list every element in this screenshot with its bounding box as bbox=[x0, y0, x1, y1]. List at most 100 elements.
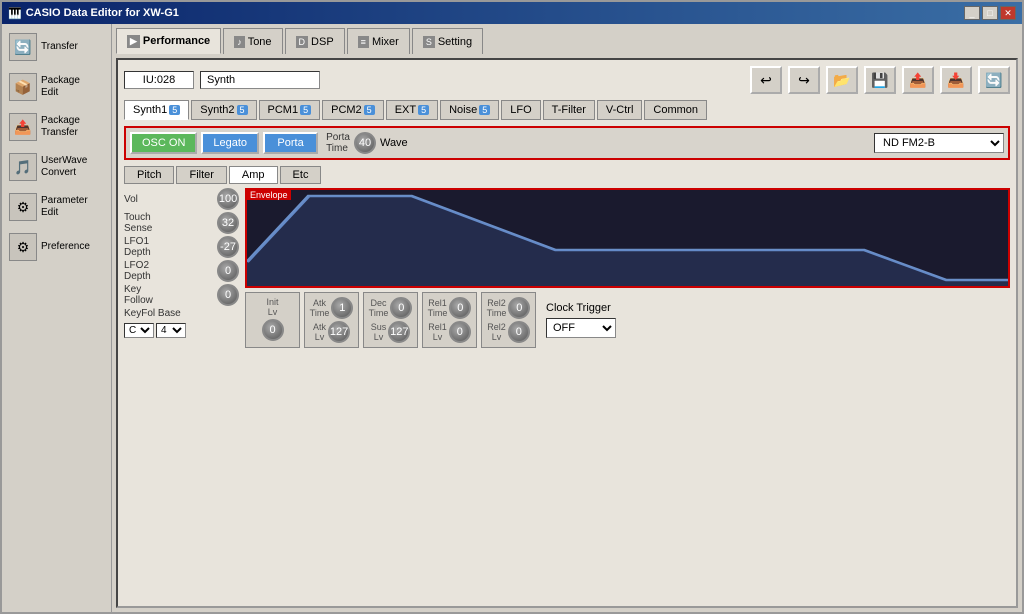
synth2-badge: 5 bbox=[237, 105, 248, 115]
synth-tab-common[interactable]: Common bbox=[644, 100, 707, 120]
rel2-lv-knob[interactable]: 0 bbox=[508, 321, 530, 343]
open-button[interactable]: 📂 bbox=[826, 66, 858, 94]
touch-sense-knob[interactable]: 32 bbox=[217, 212, 239, 234]
undo-button[interactable]: ↩ bbox=[750, 66, 782, 94]
synth-tab-synth1[interactable]: Synth1 5 bbox=[124, 100, 189, 120]
atk-section: AtkTime 1 AtkLv 127 bbox=[304, 292, 359, 348]
synth1-badge: 5 bbox=[169, 105, 180, 115]
dec-time-label: DecTime bbox=[369, 298, 389, 318]
porta-time-knob[interactable]: 40 bbox=[354, 132, 376, 154]
amp-right: Envelope bbox=[245, 188, 1010, 600]
porta-button[interactable]: Porta bbox=[263, 132, 318, 154]
sidebar-item-transfer[interactable]: 🔄 Transfer bbox=[4, 28, 109, 66]
tab-tone[interactable]: ♪ Tone bbox=[223, 28, 282, 54]
atk-lv-label: AtkLv bbox=[313, 322, 326, 342]
sidebar-item-package-transfer[interactable]: 📤 PackageTransfer bbox=[4, 108, 109, 146]
rel2-lv-value: 0 bbox=[516, 326, 522, 338]
sidebar-item-userwave-convert[interactable]: 🎵 UserWaveConvert bbox=[4, 148, 109, 186]
sub-tab-pitch[interactable]: Pitch bbox=[124, 166, 174, 184]
rel2-time-row: Rel2Time 0 bbox=[487, 297, 531, 319]
tab-setting-label: Setting bbox=[438, 36, 472, 48]
osc-on-button[interactable]: OSC ON bbox=[130, 132, 197, 154]
tab-mixer-label: Mixer bbox=[372, 36, 399, 48]
rel2-section: Rel2Time 0 Rel2Lv 0 bbox=[481, 292, 536, 348]
tab-tone-label: Tone bbox=[248, 36, 272, 48]
tab-setting[interactable]: S Setting bbox=[412, 28, 483, 54]
synth-tab-pcm1[interactable]: PCM1 5 bbox=[259, 100, 321, 120]
vol-knob[interactable]: 100 bbox=[217, 188, 239, 210]
content-panel: IU:028 ↩ ↪ 📂 💾 📤 📥 🔄 Synth1 5 bbox=[116, 58, 1018, 608]
amp-left-params: Vol 100 TouchSense 32 LFO1De bbox=[124, 188, 239, 600]
keyfol-num-select[interactable]: 435 bbox=[156, 323, 186, 338]
rel1-lv-knob[interactable]: 0 bbox=[449, 321, 471, 343]
clock-trigger-select[interactable]: OFF ON bbox=[546, 318, 616, 338]
parameter-edit-icon: ⚙ bbox=[9, 193, 37, 221]
tab-dsp-label: DSP bbox=[311, 36, 334, 48]
synth-tab-synth2[interactable]: Synth2 5 bbox=[191, 100, 256, 120]
keyfol-base-controls: CDEFGAB 435 bbox=[124, 323, 239, 338]
atk-lv-knob[interactable]: 127 bbox=[328, 321, 350, 343]
dec-time-knob[interactable]: 0 bbox=[390, 297, 412, 319]
sidebar-label-preference: Preference bbox=[41, 241, 90, 253]
sidebar-item-package-edit[interactable]: 📦 PackageEdit bbox=[4, 68, 109, 106]
synth-tab-ext[interactable]: EXT 5 bbox=[386, 100, 438, 120]
tab-mixer[interactable]: ≡ Mixer bbox=[347, 28, 410, 54]
noise-label: Noise bbox=[449, 104, 477, 116]
synth-tab-noise[interactable]: Noise 5 bbox=[440, 100, 499, 120]
sidebar-label-transfer: Transfer bbox=[41, 41, 78, 53]
rel1-time-knob[interactable]: 0 bbox=[449, 297, 471, 319]
noise-badge: 5 bbox=[479, 105, 490, 115]
tab-dsp[interactable]: D DSP bbox=[285, 28, 345, 54]
rel1-lv-value: 0 bbox=[457, 326, 463, 338]
synth-tab-v-ctrl[interactable]: V-Ctrl bbox=[597, 100, 643, 120]
touch-sense-value: 32 bbox=[222, 217, 234, 229]
main-area: ▶ Performance ♪ Tone D DSP ≡ Mixer S S bbox=[112, 24, 1022, 612]
synth-tab-bar: Synth1 5 Synth2 5 PCM1 5 PCM2 5 bbox=[124, 100, 1010, 120]
export-button[interactable]: 📤 bbox=[902, 66, 934, 94]
sidebar-item-preference[interactable]: ⚙ Preference bbox=[4, 228, 109, 266]
init-lv-knob[interactable]: 0 bbox=[262, 319, 284, 341]
redo-button[interactable]: ↪ bbox=[788, 66, 820, 94]
import-button[interactable]: 📥 bbox=[940, 66, 972, 94]
sus-lv-knob[interactable]: 127 bbox=[388, 321, 410, 343]
rel1-lv-row: Rel1Lv 0 bbox=[428, 321, 471, 343]
legato-button[interactable]: Legato bbox=[201, 132, 259, 154]
envelope-svg bbox=[247, 190, 1008, 286]
lfo2-depth-knob[interactable]: 0 bbox=[217, 260, 239, 282]
dsp-tab-icon: D bbox=[296, 36, 309, 48]
sub-tab-etc[interactable]: Etc bbox=[280, 166, 322, 184]
v-ctrl-label: V-Ctrl bbox=[606, 104, 634, 116]
pcm2-badge: 5 bbox=[364, 105, 375, 115]
synth-tab-t-filter[interactable]: T-Filter bbox=[543, 100, 595, 120]
sub-tab-filter[interactable]: Filter bbox=[176, 166, 226, 184]
refresh-button[interactable]: 🔄 bbox=[978, 66, 1010, 94]
porta-time-label: PortaTime bbox=[326, 132, 350, 154]
preference-icon: ⚙ bbox=[9, 233, 37, 261]
synth-tab-pcm2[interactable]: PCM2 5 bbox=[322, 100, 384, 120]
name-field[interactable] bbox=[200, 71, 320, 89]
maximize-button[interactable]: □ bbox=[982, 6, 998, 20]
pcm2-label: PCM2 bbox=[331, 104, 362, 116]
sub-tab-amp[interactable]: Amp bbox=[229, 166, 278, 184]
key-follow-knob[interactable]: 0 bbox=[217, 284, 239, 306]
sidebar-item-parameter-edit[interactable]: ⚙ ParameterEdit bbox=[4, 188, 109, 226]
sus-lv-value: 127 bbox=[390, 326, 408, 338]
save-button[interactable]: 💾 bbox=[864, 66, 896, 94]
lfo2-depth-value: 0 bbox=[225, 265, 231, 277]
wave-select[interactable]: ND FM2-B ND FM1 ND FM3 SIN SAW SQR bbox=[874, 133, 1004, 153]
keyfol-note-select[interactable]: CDEFGAB bbox=[124, 323, 154, 338]
id-field: IU:028 bbox=[124, 71, 194, 89]
ext-badge: 5 bbox=[418, 105, 429, 115]
minimize-button[interactable]: _ bbox=[964, 6, 980, 20]
close-button[interactable]: ✕ bbox=[1000, 6, 1016, 20]
lfo-label: LFO bbox=[510, 104, 531, 116]
tab-performance[interactable]: ▶ Performance bbox=[116, 28, 221, 54]
title-bar: 🎹 CASIO Data Editor for XW-G1 _ □ ✕ bbox=[2, 2, 1022, 24]
rel2-time-knob[interactable]: 0 bbox=[508, 297, 530, 319]
synth-tab-lfo[interactable]: LFO bbox=[501, 100, 540, 120]
atk-time-knob[interactable]: 1 bbox=[331, 297, 353, 319]
lfo1-depth-knob[interactable]: -27 bbox=[217, 236, 239, 258]
toolbar-row: IU:028 ↩ ↪ 📂 💾 📤 📥 🔄 bbox=[124, 66, 1010, 94]
title-bar-left: 🎹 CASIO Data Editor for XW-G1 bbox=[8, 7, 179, 20]
lfo2-depth-row: LFO2Depth 0 bbox=[124, 260, 239, 282]
